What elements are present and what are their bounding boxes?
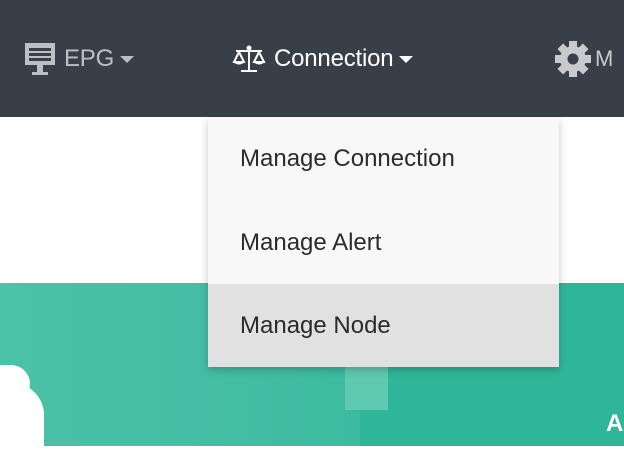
hero-text: A xyxy=(606,410,624,437)
top-navbar: EPG Connection M xyxy=(0,0,624,117)
nav-item-epg[interactable]: EPG xyxy=(24,0,135,117)
nav-item-settings[interactable]: M xyxy=(553,0,613,117)
monitor-icon xyxy=(24,41,56,77)
nav-item-connection[interactable]: Connection xyxy=(232,0,414,117)
nav-item-connection-label: Connection xyxy=(274,44,394,72)
menu-item-manage-connection[interactable]: Manage Connection xyxy=(208,117,559,201)
nav-item-settings-label: M xyxy=(595,45,614,71)
menu-item-manage-node[interactable]: Manage Node xyxy=(208,284,559,367)
chevron-down-icon xyxy=(120,56,135,63)
menu-item-manage-alert[interactable]: Manage Alert xyxy=(208,201,559,285)
connection-dropdown-menu: Manage Connection Manage Alert Manage No… xyxy=(208,117,559,367)
hero-decoration xyxy=(345,365,388,410)
chevron-down-icon xyxy=(399,56,414,63)
gear-icon xyxy=(553,39,593,79)
balance-scale-icon xyxy=(232,44,266,74)
nav-item-epg-label: EPG xyxy=(64,44,115,72)
